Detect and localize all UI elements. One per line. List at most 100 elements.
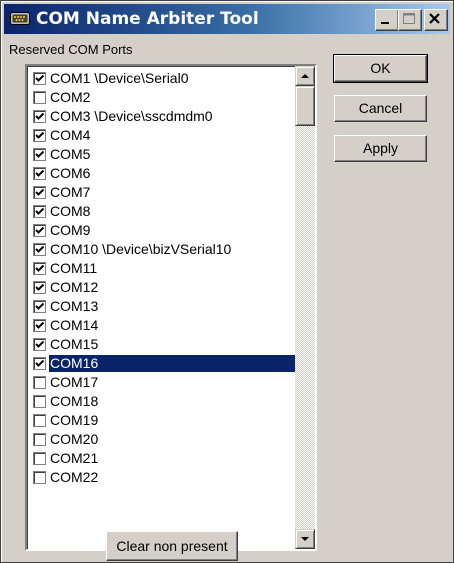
checkmark-icon xyxy=(35,131,45,139)
close-icon xyxy=(429,13,440,24)
list-item[interactable]: COM16 xyxy=(29,354,297,373)
port-checkbox[interactable] xyxy=(33,205,46,218)
list-item[interactable]: COM13 xyxy=(29,297,297,316)
checkmark-icon xyxy=(35,302,45,310)
list-item[interactable]: COM11 xyxy=(29,259,297,278)
port-checkbox[interactable] xyxy=(33,433,46,446)
port-checkbox[interactable] xyxy=(33,224,46,237)
cancel-button[interactable]: Cancel xyxy=(334,95,427,122)
scroll-up-button[interactable] xyxy=(295,66,315,86)
com-port-rows: COM1 \Device\Serial0 COM2 COM3 \Device\ssc… xyxy=(29,69,297,487)
port-label: COM9 xyxy=(50,222,91,238)
port-label: COM2 xyxy=(50,89,91,105)
list-item[interactable]: COM18 xyxy=(29,392,297,411)
checkmark-icon xyxy=(35,359,45,367)
port-checkbox[interactable] xyxy=(33,91,46,104)
com-port-list[interactable]: COM1 \Device\Serial0 COM2 COM3 \Device\ssc… xyxy=(25,64,317,551)
checkmark-icon xyxy=(35,207,45,215)
port-checkbox[interactable] xyxy=(33,167,46,180)
list-item[interactable]: COM19 xyxy=(29,411,297,430)
port-label: COM21 xyxy=(50,450,99,466)
list-item[interactable]: COM12 xyxy=(29,278,297,297)
close-button[interactable] xyxy=(424,9,448,31)
port-label: COM6 xyxy=(50,165,91,181)
checkmark-icon xyxy=(35,188,45,196)
port-checkbox[interactable] xyxy=(33,300,46,313)
dialog-window: COM Name Arbiter Tool Reserved COM Ports… xyxy=(0,0,454,563)
checkmark-icon xyxy=(35,264,45,272)
list-item[interactable]: COM10 \Device\bizVSerial10 xyxy=(29,240,297,259)
port-checkbox[interactable] xyxy=(33,148,46,161)
port-label: COM11 xyxy=(50,260,98,276)
scroll-down-button[interactable] xyxy=(295,529,315,549)
maximize-button[interactable] xyxy=(398,9,422,31)
list-item[interactable]: COM4 xyxy=(29,126,297,145)
list-item[interactable]: COM6 xyxy=(29,164,297,183)
minimize-icon xyxy=(381,22,389,24)
maximize-icon xyxy=(403,13,415,24)
port-checkbox[interactable] xyxy=(33,414,46,427)
checkmark-icon xyxy=(35,283,45,291)
list-item[interactable]: COM9 xyxy=(29,221,297,240)
window-title: COM Name Arbiter Tool xyxy=(36,9,259,29)
checkmark-icon xyxy=(35,112,45,120)
minimize-button[interactable] xyxy=(375,9,399,31)
port-label: COM22 xyxy=(50,469,99,485)
list-item[interactable]: COM21 xyxy=(29,449,297,468)
port-checkbox[interactable] xyxy=(33,471,46,484)
port-label: COM4 xyxy=(50,127,91,143)
checkmark-icon xyxy=(35,245,45,253)
port-checkbox[interactable] xyxy=(33,338,46,351)
port-label: COM20 xyxy=(50,431,99,447)
list-item[interactable]: COM20 xyxy=(29,430,297,449)
reserved-ports-label: Reserved COM Ports xyxy=(9,42,133,57)
port-label: COM19 xyxy=(50,412,99,428)
port-label: COM13 xyxy=(50,298,99,314)
port-label: COM10 \Device\bizVSerial10 xyxy=(50,241,232,257)
port-label: COM18 xyxy=(50,393,99,409)
clear-non-present-button[interactable]: Clear non present xyxy=(106,531,238,561)
checkmark-icon xyxy=(35,150,45,158)
ok-button[interactable]: OK xyxy=(333,54,428,83)
apply-button[interactable]: Apply xyxy=(334,135,427,162)
port-checkbox[interactable] xyxy=(33,72,46,85)
checkmark-icon xyxy=(35,169,45,177)
port-label: COM14 xyxy=(50,317,99,333)
port-label: COM3 \Device\sscdmdm0 xyxy=(50,108,213,124)
port-checkbox[interactable] xyxy=(33,376,46,389)
arrow-up-icon xyxy=(301,74,309,78)
list-item[interactable]: COM14 xyxy=(29,316,297,335)
checkmark-icon xyxy=(35,226,45,234)
list-item[interactable]: COM22 xyxy=(29,468,297,487)
port-checkbox[interactable] xyxy=(33,281,46,294)
list-item[interactable]: COM7 xyxy=(29,183,297,202)
list-item[interactable]: COM2 xyxy=(29,88,297,107)
port-checkbox[interactable] xyxy=(33,129,46,142)
checkmark-icon xyxy=(35,74,45,82)
port-checkbox[interactable] xyxy=(33,243,46,256)
port-checkbox[interactable] xyxy=(33,110,46,123)
list-item[interactable]: COM5 xyxy=(29,145,297,164)
list-item[interactable]: COM17 xyxy=(29,373,297,392)
scroll-thumb[interactable] xyxy=(295,86,315,126)
list-item[interactable]: COM1 \Device\Serial0 xyxy=(29,69,297,88)
port-label: COM7 xyxy=(50,184,91,200)
list-item[interactable]: COM8 xyxy=(29,202,297,221)
port-checkbox[interactable] xyxy=(33,452,46,465)
port-label: COM5 xyxy=(50,146,91,162)
vertical-scrollbar[interactable] xyxy=(295,66,315,549)
port-label: COM8 xyxy=(50,203,91,219)
checkmark-icon xyxy=(35,321,45,329)
port-checkbox[interactable] xyxy=(33,319,46,332)
port-label: COM16 xyxy=(49,355,297,372)
port-checkbox[interactable] xyxy=(33,186,46,199)
port-label: COM17 xyxy=(50,374,99,390)
checkmark-icon xyxy=(35,340,45,348)
list-item[interactable]: COM15 xyxy=(29,335,297,354)
port-checkbox[interactable] xyxy=(33,395,46,408)
port-checkbox[interactable] xyxy=(33,262,46,275)
port-checkbox[interactable] xyxy=(33,357,46,370)
list-item[interactable]: COM3 \Device\sscdmdm0 xyxy=(29,107,297,126)
title-bar[interactable]: COM Name Arbiter Tool xyxy=(4,4,450,34)
port-label: COM1 \Device\Serial0 xyxy=(50,70,189,86)
